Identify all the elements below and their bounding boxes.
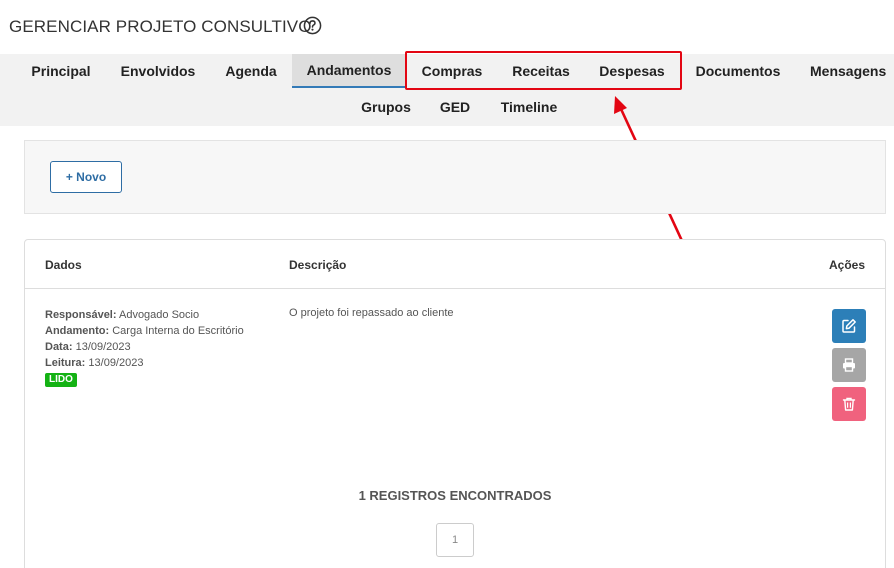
records-count: 1 REGISTROS ENCONTRADOS (358, 488, 552, 503)
andamento-label: Andamento: (45, 325, 110, 337)
pagination-page-1[interactable]: 1 (436, 523, 474, 557)
leitura-label: Leitura: (45, 357, 86, 369)
tab-andamentos[interactable]: Andamentos (292, 54, 406, 88)
tab-receitas[interactable]: Receitas (498, 54, 584, 88)
toolbar-panel: + Novo (24, 140, 886, 214)
help-icon[interactable] (303, 16, 322, 35)
tab-grupos[interactable]: Grupos (349, 90, 423, 124)
column-header-descricao: Descrição (289, 258, 347, 272)
table-row: Responsável: Advogado Socio Andamento: C… (45, 307, 244, 387)
responsavel-value: Advogado Socio (118, 309, 200, 321)
tab-documentos[interactable]: Documentos (682, 54, 794, 88)
column-header-dados: Dados (45, 258, 82, 272)
new-button[interactable]: + Novo (50, 161, 122, 193)
printer-icon (843, 358, 855, 372)
print-button[interactable] (832, 348, 866, 382)
edit-icon (842, 319, 856, 333)
andamento-value: Carga Interna do Escritório (112, 325, 244, 337)
leitura-value: 13/09/2023 (88, 357, 144, 369)
column-header-acoes: Ações (829, 258, 866, 272)
tab-agenda[interactable]: Agenda (212, 54, 290, 88)
page-header: GERENCIAR PROJETO CONSULTIVO (0, 0, 894, 54)
data-label: Data: (45, 341, 73, 353)
tab-ged[interactable]: GED (427, 90, 483, 124)
tab-timeline[interactable]: Timeline (488, 90, 570, 124)
data-value: 13/09/2023 (75, 341, 131, 353)
status-badge: LIDO (45, 373, 77, 387)
tab-despesas[interactable]: Despesas (586, 54, 678, 88)
row-description: O projeto foi repassado ao cliente (289, 307, 454, 319)
andamentos-list: Dados Descrição Ações Responsável: Advog… (24, 239, 886, 568)
tabs-bar: Principal Envolvidos Agenda Andamentos C… (0, 54, 894, 126)
delete-button[interactable] (832, 387, 866, 421)
page-title: GERENCIAR PROJETO CONSULTIVO (9, 17, 312, 36)
tab-envolvidos[interactable]: Envolvidos (107, 54, 209, 88)
edit-button[interactable] (832, 309, 866, 343)
tab-compras[interactable]: Compras (408, 54, 496, 88)
responsavel-label: Responsável: (45, 309, 117, 321)
tab-mensagens[interactable]: Mensagens (798, 54, 894, 88)
trash-icon (842, 397, 856, 411)
header-divider (25, 288, 885, 289)
tab-principal[interactable]: Principal (18, 54, 104, 88)
